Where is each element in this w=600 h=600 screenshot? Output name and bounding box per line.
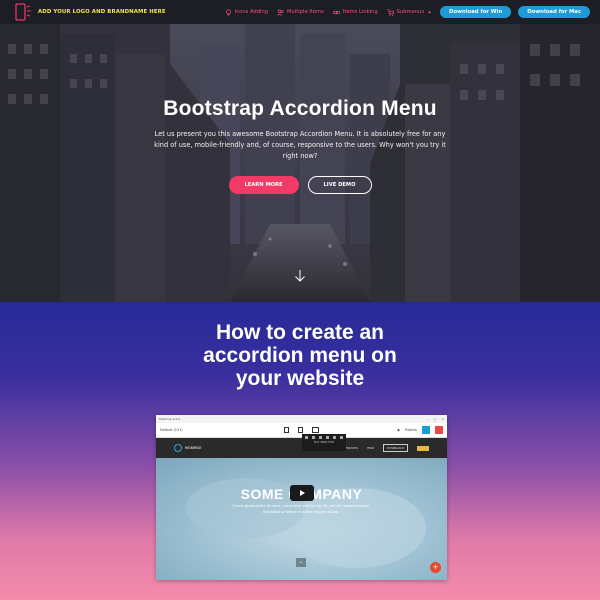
link-icon <box>332 10 340 14</box>
download-win-button[interactable]: Download for Win <box>440 6 512 18</box>
download-mac-button[interactable]: Download for Mac <box>518 6 590 18</box>
play-button[interactable] <box>290 485 314 501</box>
nav-item-label: Items Linking <box>342 9 378 15</box>
arrow-down-icon[interactable] <box>294 269 306 283</box>
project-name: Default (101) <box>160 428 183 432</box>
chevron-down-icon <box>427 11 432 13</box>
play-icon <box>300 490 305 496</box>
nav-item-items-linking[interactable]: Items Linking <box>332 9 378 16</box>
nav-item-label: Submenus <box>396 9 425 15</box>
hero-content: Bootstrap Accordion Menu Let us present … <box>0 97 600 194</box>
section-title: How to create an accordion menu on your … <box>203 321 397 390</box>
nav-item-label: Icons Adding <box>234 9 269 15</box>
brand-logo-icon <box>15 3 31 21</box>
preview-subtext: Lorem ipsum dolor sit amet, consectetur … <box>232 503 370 514</box>
app-window-title: Mobirise 4.0.0 <box>159 417 181 421</box>
app-titlebar: Mobirise 4.0.0 – □ × <box>156 415 447 423</box>
hero-buttons: LEARN MORE LIVE DEMO <box>0 176 600 194</box>
live-demo-button[interactable]: LIVE DEMO <box>307 176 372 194</box>
preview-arrow-down-icon: ⌄ <box>296 558 306 567</box>
eye-icon: ◉ <box>396 428 400 432</box>
add-block-button <box>435 426 443 434</box>
cart-icon <box>387 9 394 16</box>
how-to-section: How to create an accordion menu on your … <box>0 302 600 600</box>
nav-links: Icons Adding Multiple Items Items Linkin… <box>225 8 432 16</box>
nav-item-multiple-items[interactable]: Multiple Items <box>277 9 324 16</box>
nav-item-icons-adding[interactable]: Icons Adding <box>225 8 269 16</box>
nav-item-submenus[interactable]: Submenus <box>387 9 432 16</box>
settings-button <box>422 426 430 434</box>
brand-name: ADD YOUR LOGO AND BRANDNAME HERE <box>38 9 166 15</box>
publish-label: Publish <box>404 428 417 432</box>
top-navbar: ADD YOUR LOGO AND BRANDNAME HERE Icons A… <box>0 0 600 24</box>
toolbar-tools: ◉ Publish <box>397 426 443 434</box>
menu-edit-popup: EDIT MENU ITEM <box>302 434 346 451</box>
preview-brand: MOBIRISE <box>174 444 202 452</box>
learn-more-button[interactable]: LEARN MORE <box>228 176 299 194</box>
hero-title: Bootstrap Accordion Menu <box>163 97 437 120</box>
preview-add-fab: + <box>430 562 441 573</box>
nav-item-label: Multiple Items <box>287 9 324 15</box>
hero-section: Bootstrap Accordion Menu Let us present … <box>0 24 600 302</box>
hero-subtitle: Let us present you this awesome Bootstra… <box>154 130 446 160</box>
bulb-icon <box>225 8 231 15</box>
window-controls: – □ × <box>427 417 444 421</box>
video-screenshot[interactable]: Mobirise 4.0.0 – □ × Default (101) ◉ Publi… <box>156 415 447 580</box>
users-icon <box>277 9 284 16</box>
brand[interactable]: ADD YOUR LOGO AND BRANDNAME HERE <box>14 3 166 21</box>
device-preview-icons <box>284 427 319 433</box>
